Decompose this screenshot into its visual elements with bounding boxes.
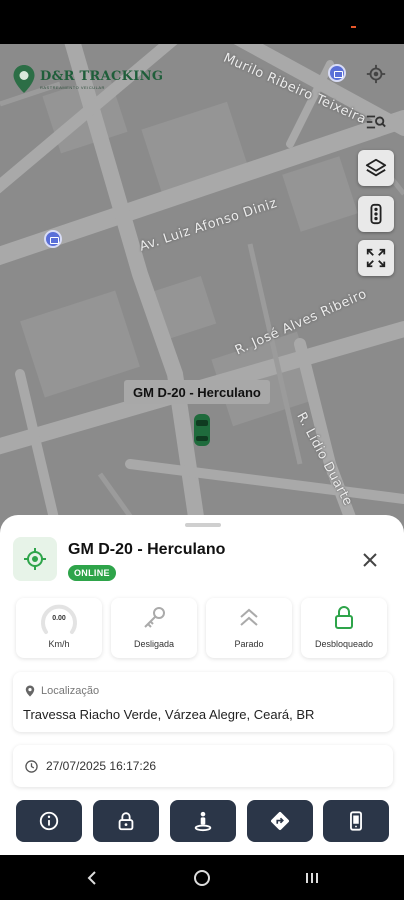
directions-button[interactable] [247, 800, 313, 842]
recents-icon [306, 873, 318, 883]
notification-dot [351, 26, 356, 28]
key-icon [144, 607, 165, 628]
poi-icon[interactable] [328, 64, 346, 82]
info-icon [39, 811, 59, 831]
drag-handle[interactable] [185, 523, 221, 527]
back-icon [87, 871, 96, 885]
ignition-label: Desligada [133, 639, 175, 649]
vehicle-name: GM D-20 - Herculano [68, 541, 226, 558]
speed-value: 0.00 [52, 615, 66, 622]
last-update-time: 27/07/2025 16:17:26 [46, 759, 157, 773]
speed-card: 0.00 Km/h [16, 598, 102, 658]
status-bar [0, 0, 404, 44]
lock-card: Desbloqueado [301, 598, 387, 658]
ignition-card: Desligada [111, 598, 197, 658]
map-view[interactable]: Murilo Ribeiro Teixeira Av. Luiz Afonso … [0, 44, 404, 544]
system-nav-bar [0, 856, 404, 900]
vehicle-map-label[interactable]: GM D-20 - Herculano [124, 380, 270, 404]
layers-button[interactable] [358, 150, 394, 186]
location-pin-icon [25, 685, 35, 697]
clock-icon [25, 759, 38, 773]
lock-label: Desbloqueado [314, 639, 374, 649]
vehicle-avatar [13, 537, 57, 581]
brand-subtitle: RASTREAMENTO VEICULAR [40, 84, 105, 90]
search-list-icon [366, 115, 386, 129]
brand-logo: D&R TRACKING RASTREAMENTO VEICULAR [12, 64, 163, 94]
traffic-button[interactable] [358, 196, 394, 232]
speed-unit: Km/h [48, 639, 70, 649]
street-view-icon [194, 811, 212, 832]
location-heading: Localização [41, 685, 100, 697]
brand-name: D&R TRACKING [40, 68, 164, 84]
info-button[interactable] [16, 800, 82, 842]
status-badge: ONLINE [68, 565, 116, 581]
home-icon [194, 870, 210, 886]
lock-icon [118, 812, 134, 831]
car-marker-icon[interactable] [192, 412, 212, 448]
street-view-button[interactable] [170, 800, 236, 842]
phone-icon [350, 811, 362, 831]
gps-target-icon [24, 548, 46, 570]
lock-button[interactable] [93, 800, 159, 842]
location-pin-icon [13, 65, 35, 93]
close-button[interactable] [360, 550, 380, 570]
motion-card: Parado [206, 598, 292, 658]
unlock-icon [335, 606, 353, 629]
search-list-button[interactable] [358, 104, 394, 140]
location-address: Travessa Riacho Verde, Várzea Alegre, Ce… [23, 707, 315, 722]
my-location-button[interactable] [358, 56, 394, 92]
my-location-icon [366, 64, 386, 84]
layers-icon [365, 158, 387, 177]
motion-label: Parado [234, 639, 264, 649]
recents-button[interactable] [302, 868, 322, 888]
location-card: Localização Travessa Riacho Verde, Várze… [13, 672, 393, 732]
poi-icon[interactable] [44, 230, 62, 248]
close-icon [363, 553, 377, 567]
phone-button[interactable] [323, 800, 389, 842]
back-button[interactable] [82, 868, 102, 888]
chevrons-up-icon [240, 608, 258, 626]
directions-icon [271, 812, 289, 830]
fullscreen-icon [366, 248, 386, 268]
fullscreen-button[interactable] [358, 240, 394, 276]
timestamp-card: 27/07/2025 16:17:26 [13, 745, 393, 787]
home-button[interactable] [192, 868, 212, 888]
traffic-light-icon [370, 203, 382, 225]
